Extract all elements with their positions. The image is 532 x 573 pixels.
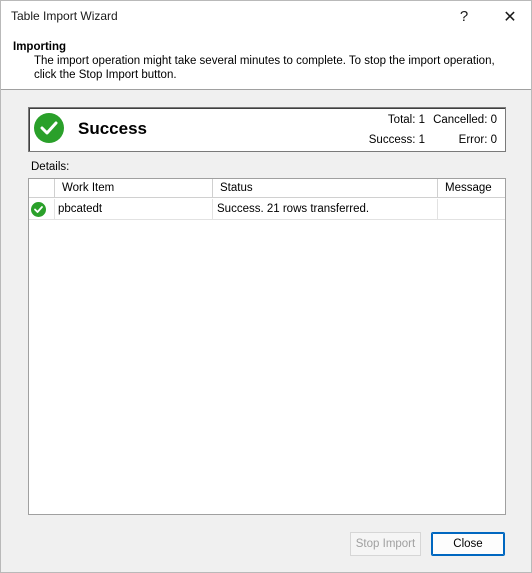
description-line-2: click the Stop Import button.: [34, 68, 177, 81]
success-check-icon: [31, 202, 46, 217]
row-status-icon-cell: [29, 199, 55, 220]
total-count: Total: 1: [387, 114, 425, 126]
close-window-button[interactable]: ✕: [487, 1, 531, 32]
success-count: Success: 1: [368, 134, 425, 146]
work-item-cell[interactable]: pbcatedt: [55, 199, 213, 220]
message-cell[interactable]: [438, 199, 505, 220]
description-line-1: The import operation might take several …: [34, 55, 495, 67]
column-header-work-item[interactable]: Work Item: [55, 179, 213, 198]
close-icon: ✕: [503, 8, 517, 26]
details-label: Details:: [31, 161, 70, 173]
cancelled-count: Cancelled: 0: [433, 114, 497, 126]
details-grid[interactable]: Work Item Status Message pbcatedt Succes…: [28, 178, 506, 515]
column-header-message[interactable]: Message: [438, 179, 505, 198]
page-title: Importing: [13, 41, 67, 53]
close-button[interactable]: Close: [431, 532, 505, 556]
stop-import-button[interactable]: Stop Import: [350, 532, 421, 556]
window-title: Table Import Wizard: [11, 9, 118, 23]
page-description: The import operation might take several …: [34, 55, 504, 82]
icon-column-header: [29, 179, 55, 198]
wizard-header: Importing The import operation might tak…: [1, 32, 531, 90]
error-count: Error: 0: [458, 134, 497, 146]
status-label: Success: [78, 119, 147, 138]
status-cell[interactable]: Success. 21 rows transferred.: [213, 199, 438, 220]
table-import-wizard-window: Table Import Wizard ? ✕ Importing The im…: [0, 0, 532, 573]
success-check-icon: [34, 113, 64, 143]
title-bar: Table Import Wizard ? ✕: [1, 1, 531, 32]
column-header-status[interactable]: Status: [213, 179, 438, 198]
status-summary-panel: Success Total: 1 Cancelled: 0 Success: 1…: [28, 107, 506, 152]
help-button[interactable]: ?: [441, 1, 487, 32]
